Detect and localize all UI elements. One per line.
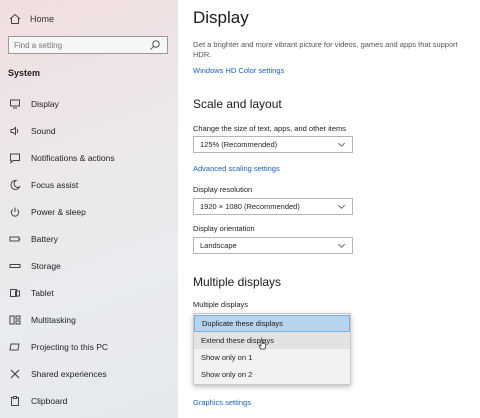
chevron-down-icon: [337, 202, 346, 211]
option-duplicate[interactable]: Duplicate these displays: [194, 315, 350, 332]
projecting-icon: [8, 340, 22, 354]
clipboard-icon: [8, 394, 22, 408]
moon-icon: [8, 178, 22, 192]
section-title-system: System: [8, 68, 41, 78]
scale-label: Change the size of text, apps, and other…: [193, 124, 347, 133]
orientation-label: Display orientation: [193, 224, 255, 233]
sidebar-item-label: Tablet: [31, 288, 54, 298]
option-extend[interactable]: Extend these displays: [194, 332, 350, 349]
notification-icon: [8, 151, 22, 165]
sidebar-item-sound[interactable]: Sound: [8, 124, 173, 138]
sidebar: Home System Display Sound Notifications …: [0, 0, 178, 418]
sidebar-item-battery[interactable]: Battery: [8, 232, 173, 246]
sidebar-item-focus-assist[interactable]: Focus assist: [8, 178, 173, 192]
tablet-icon: [8, 286, 22, 300]
sidebar-item-label: Notifications & actions: [31, 153, 115, 163]
orientation-dropdown[interactable]: Landscape: [193, 237, 353, 254]
sidebar-item-label: Battery: [31, 234, 58, 244]
hdr-settings-link[interactable]: Windows HD Color settings: [193, 66, 284, 75]
sidebar-item-projecting[interactable]: Projecting to this PC: [8, 340, 173, 354]
sidebar-item-label: Power & sleep: [31, 207, 86, 217]
advanced-scaling-link[interactable]: Advanced scaling settings: [193, 164, 280, 173]
orientation-value: Landscape: [200, 241, 237, 250]
sidebar-item-label: Clipboard: [31, 396, 68, 406]
page-title: Display: [193, 8, 249, 27]
mouse-cursor-icon: [258, 338, 268, 350]
graphics-settings-link[interactable]: Graphics settings: [193, 398, 251, 407]
scale-layout-heading: Scale and layout: [193, 97, 282, 111]
sidebar-item-label: Focus assist: [31, 180, 79, 190]
chevron-down-icon: [337, 241, 346, 250]
home-label: Home: [30, 14, 55, 24]
multiple-displays-dropdown-list[interactable]: Duplicate these displays Extend these di…: [193, 313, 351, 385]
resolution-value: 1920 × 1080 (Recommended): [200, 202, 300, 211]
hdr-description: Get a brighter and more vibrant picture …: [193, 40, 458, 59]
sidebar-item-notifications[interactable]: Notifications & actions: [8, 151, 173, 165]
sidebar-item-display[interactable]: Display: [8, 97, 173, 111]
sidebar-item-label: Shared experiences: [31, 369, 107, 379]
main-content: Display Get a brighter and more vibrant …: [193, 0, 478, 418]
shared-experiences-icon: [8, 367, 22, 381]
storage-icon: [8, 259, 22, 273]
resolution-dropdown[interactable]: 1920 × 1080 (Recommended): [193, 198, 353, 215]
sidebar-item-label: Storage: [31, 261, 61, 271]
resolution-label: Display resolution: [193, 185, 253, 194]
sidebar-item-label: Sound: [31, 126, 56, 136]
battery-icon: [8, 232, 22, 246]
monitor-icon: [8, 97, 22, 111]
sidebar-item-label: Multitasking: [31, 315, 76, 325]
sidebar-item-clipboard[interactable]: Clipboard: [8, 394, 173, 408]
search-icon[interactable]: [148, 38, 162, 52]
scale-value: 125% (Recommended): [200, 140, 278, 149]
multitasking-icon: [8, 313, 22, 327]
sidebar-item-shared-experiences[interactable]: Shared experiences: [8, 367, 173, 381]
chevron-down-icon: [337, 140, 346, 149]
scale-dropdown[interactable]: 125% (Recommended): [193, 136, 353, 153]
option-show-only-1[interactable]: Show only on 1: [194, 349, 350, 366]
home-icon: [8, 12, 22, 26]
sidebar-item-label: Projecting to this PC: [31, 342, 109, 352]
sidebar-item-storage[interactable]: Storage: [8, 259, 173, 273]
sidebar-item-label: Display: [31, 99, 59, 109]
search-box[interactable]: [8, 36, 168, 54]
multiple-displays-label: Multiple displays: [193, 300, 249, 309]
search-input[interactable]: [14, 40, 144, 50]
sidebar-item-multitasking[interactable]: Multitasking: [8, 313, 173, 327]
power-icon: [8, 205, 22, 219]
option-show-only-2[interactable]: Show only on 2: [194, 366, 350, 383]
home-nav-item[interactable]: Home: [8, 12, 54, 26]
multiple-displays-heading: Multiple displays: [193, 275, 282, 289]
sidebar-item-tablet[interactable]: Tablet: [8, 286, 173, 300]
speaker-icon: [8, 124, 22, 138]
sidebar-item-power-sleep[interactable]: Power & sleep: [8, 205, 173, 219]
